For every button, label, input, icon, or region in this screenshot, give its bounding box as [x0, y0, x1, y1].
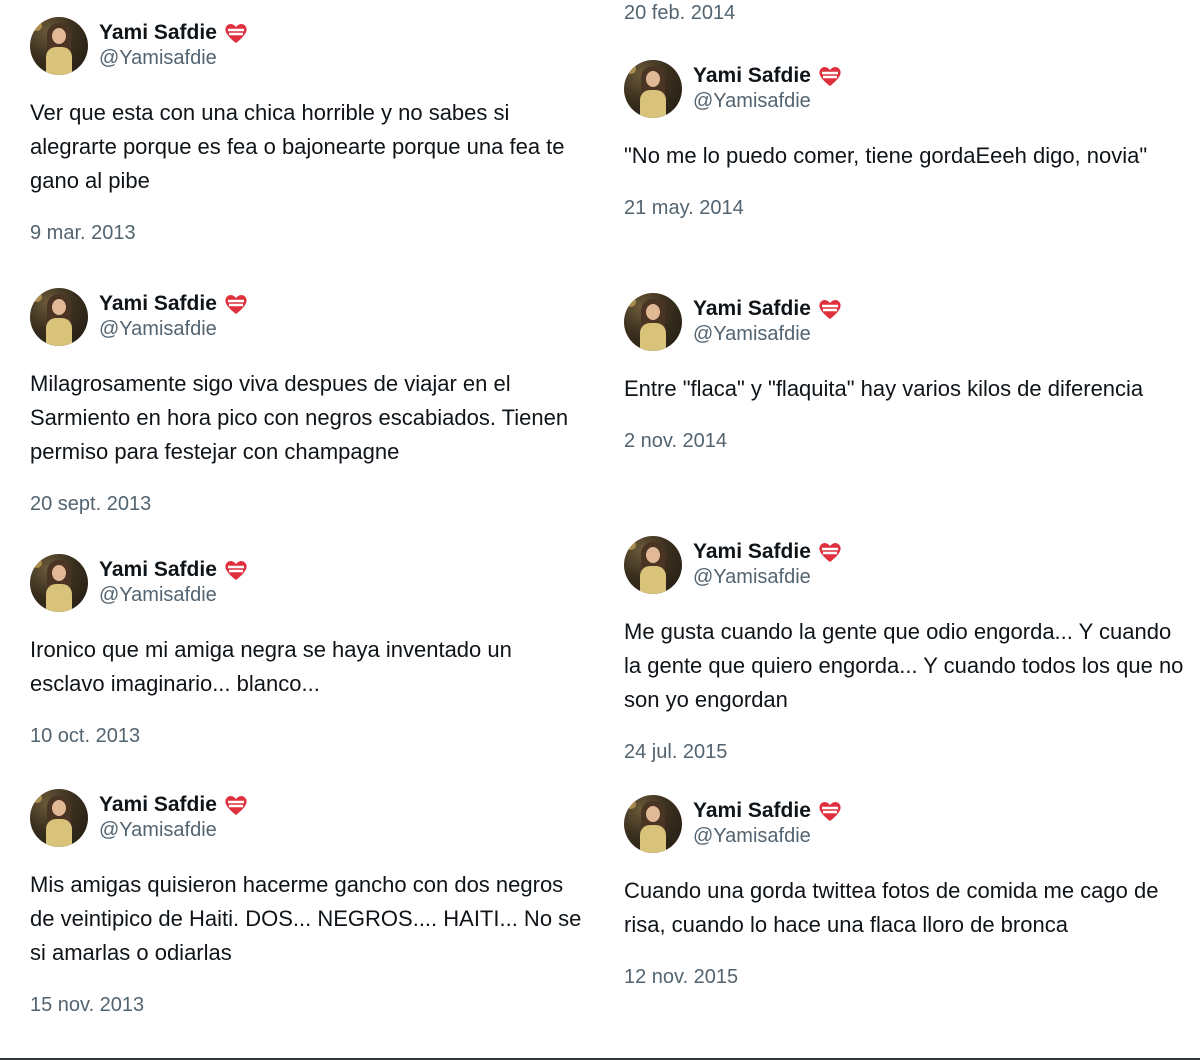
avatar[interactable]	[30, 789, 88, 847]
tweet-card[interactable]: Yami Safdie @Yamisafdie Me gusta cuando …	[624, 536, 1194, 764]
avatar[interactable]	[30, 288, 88, 346]
author-name[interactable]: Yami Safdie	[99, 558, 217, 582]
author-handle[interactable]: @Yamisafdie	[99, 584, 217, 607]
author-name[interactable]: Yami Safdie	[693, 799, 811, 823]
argentina-flag-heart-icon	[225, 24, 247, 43]
avatar[interactable]	[30, 554, 88, 612]
author-handle[interactable]: @Yamisafdie	[693, 323, 811, 346]
tweet-card[interactable]: Yami Safdie @Yamisafdie Ver que esta con…	[30, 17, 600, 245]
tweet-date[interactable]: 10 oct. 2013	[30, 725, 600, 748]
tweet-card[interactable]: Yami Safdie @Yamisafdie Cuando una gorda…	[624, 795, 1194, 989]
tweet-text: Ver que esta con una chica horrible y no…	[30, 100, 565, 193]
author-row: Yami Safdie	[693, 538, 843, 566]
tweet-card[interactable]: Yami Safdie @Yamisafdie "No me lo puedo …	[624, 60, 1194, 220]
tweet-text: Entre "flaca" y "flaquita" hay varios ki…	[624, 376, 1144, 401]
avatar[interactable]	[624, 293, 682, 351]
tweet-date[interactable]: 20 sept. 2013	[30, 493, 600, 516]
argentina-flag-heart-icon	[819, 300, 841, 319]
tweet-header: Yami Safdie @Yamisafdie	[30, 17, 600, 77]
author-handle[interactable]: @Yamisafdie	[99, 819, 217, 842]
tweet-header: Yami Safdie @Yamisafdie	[624, 293, 1194, 353]
tweet-text: Milagrosamente sigo viva despues de viaj…	[30, 371, 569, 464]
author-handle[interactable]: @Yamisafdie	[99, 318, 217, 341]
tweet-date[interactable]: 2 nov. 2014	[624, 430, 1194, 453]
tweet-card[interactable]: Yami Safdie @Yamisafdie Milagrosamente s…	[30, 288, 600, 516]
tweet-text: "No me lo puedo comer, tiene gordaEeeh d…	[624, 143, 1148, 168]
argentina-flag-heart-icon	[225, 295, 247, 314]
argentina-flag-heart-icon	[225, 796, 247, 815]
author-row: Yami Safdie	[693, 797, 843, 825]
argentina-flag-heart-icon	[819, 543, 841, 562]
tweet-date[interactable]: 9 mar. 2013	[30, 222, 600, 245]
tweet-text: Mis amigas quisieron hacerme gancho con …	[30, 872, 582, 965]
tweet-header: Yami Safdie @Yamisafdie	[30, 554, 600, 614]
avatar[interactable]	[30, 17, 88, 75]
author-name[interactable]: Yami Safdie	[99, 793, 217, 817]
author-name[interactable]: Yami Safdie	[693, 297, 811, 321]
author-row: Yami Safdie	[99, 19, 249, 47]
author-row: Yami Safdie	[99, 556, 249, 584]
tweet-header: Yami Safdie @Yamisafdie	[30, 789, 600, 849]
avatar[interactable]	[624, 60, 682, 118]
author-handle[interactable]: @Yamisafdie	[693, 90, 811, 113]
author-handle[interactable]: @Yamisafdie	[99, 47, 217, 70]
tweet-date[interactable]: 15 nov. 2013	[30, 994, 600, 1017]
author-row: Yami Safdie	[693, 295, 843, 323]
author-name[interactable]: Yami Safdie	[693, 540, 811, 564]
argentina-flag-heart-icon	[225, 561, 247, 580]
tweet-text: Cuando una gorda twittea fotos de comida…	[624, 878, 1159, 937]
tweet-date[interactable]: 20 feb. 2014	[624, 2, 735, 25]
argentina-flag-heart-icon	[819, 802, 841, 821]
author-handle[interactable]: @Yamisafdie	[693, 825, 811, 848]
tweet-date[interactable]: 24 jul. 2015	[624, 741, 1194, 764]
author-row: Yami Safdie	[99, 791, 249, 819]
author-row: Yami Safdie	[99, 290, 249, 318]
avatar[interactable]	[624, 795, 682, 853]
author-name[interactable]: Yami Safdie	[693, 64, 811, 88]
tweet-card[interactable]: Yami Safdie @Yamisafdie Ironico que mi a…	[30, 554, 600, 748]
tweet-header: Yami Safdie @Yamisafdie	[624, 536, 1194, 596]
tweet-date[interactable]: 21 may. 2014	[624, 197, 1194, 220]
tweet-header: Yami Safdie @Yamisafdie	[30, 288, 600, 348]
tweet-card[interactable]: Yami Safdie @Yamisafdie Entre "flaca" y …	[624, 293, 1194, 453]
tweet-card[interactable]: Yami Safdie @Yamisafdie Mis amigas quisi…	[30, 789, 600, 1017]
tweet-date[interactable]: 12 nov. 2015	[624, 966, 1194, 989]
author-name[interactable]: Yami Safdie	[99, 292, 217, 316]
argentina-flag-heart-icon	[819, 67, 841, 86]
avatar[interactable]	[624, 536, 682, 594]
author-name[interactable]: Yami Safdie	[99, 21, 217, 45]
tweet-header: Yami Safdie @Yamisafdie	[624, 60, 1194, 120]
tweet-text: Ironico que mi amiga negra se haya inven…	[30, 637, 512, 696]
tweet-header: Yami Safdie @Yamisafdie	[624, 795, 1194, 855]
tweet-text: Me gusta cuando la gente que odio engord…	[624, 619, 1184, 712]
author-handle[interactable]: @Yamisafdie	[693, 566, 811, 589]
author-row: Yami Safdie	[693, 62, 843, 90]
